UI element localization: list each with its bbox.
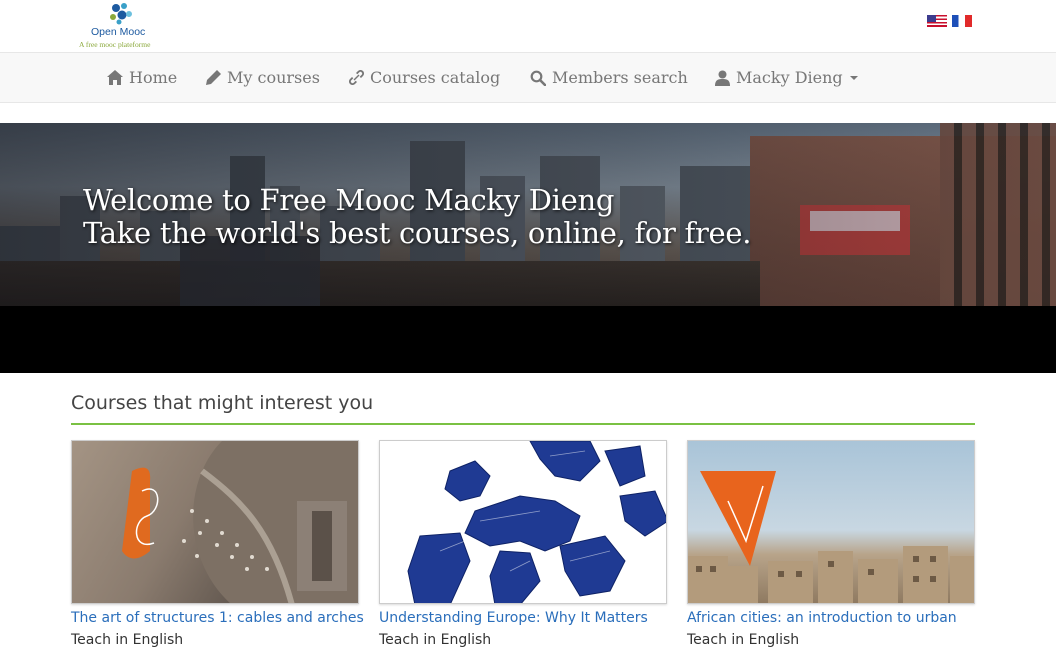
nav-my-courses-label: My courses xyxy=(227,68,320,87)
link-icon xyxy=(349,70,364,85)
structures-art xyxy=(122,441,358,603)
search-icon xyxy=(530,70,546,86)
flag-fr-icon[interactable] xyxy=(952,15,972,27)
course-title[interactable]: Understanding Europe: Why It Matters xyxy=(379,610,648,626)
hero-banner: Welcome to Free Mooc Macky Dieng Take th… xyxy=(0,123,1056,373)
top-bar: Open Mooc A free mooc plateforme xyxy=(0,0,1056,52)
course-language: Teach in English xyxy=(71,632,184,648)
nav-user-label: Macky Dieng xyxy=(736,68,843,87)
hero-heading: Welcome to Free Mooc Macky Dieng Take th… xyxy=(83,184,751,250)
course-card: The art of structures 1: cables and arch… xyxy=(71,440,364,648)
nav-members-search[interactable]: Members search xyxy=(530,53,688,102)
nav-my-courses[interactable]: My courses xyxy=(206,53,320,102)
home-icon xyxy=(107,70,123,85)
nav-courses-catalog-label: Courses catalog xyxy=(370,68,501,87)
site-logo[interactable]: Open Mooc A free mooc plateforme xyxy=(78,2,170,50)
course-title[interactable]: African cities: an introduction to urban xyxy=(687,610,957,626)
language-switcher xyxy=(927,15,972,27)
logo-tagline: A free mooc plateforme xyxy=(79,40,151,49)
course-card: African cities: an introduction to urban… xyxy=(687,440,975,648)
nav-home[interactable]: Home xyxy=(107,53,177,102)
course-card: Understanding Europe: Why It Matters Tea… xyxy=(379,440,667,648)
african-city-art xyxy=(688,471,974,603)
nav-home-label: Home xyxy=(129,68,178,87)
nav-members-search-label: Members search xyxy=(552,68,688,87)
nav-user-menu[interactable]: Macky Dieng xyxy=(715,53,858,102)
logo-molecule-icon xyxy=(110,3,132,25)
course-title[interactable]: The art of structures 1: cables and arch… xyxy=(71,610,364,626)
course-language: Teach in English xyxy=(379,632,492,648)
flag-us-icon[interactable] xyxy=(927,15,947,27)
europe-map-art xyxy=(407,441,666,603)
logo-name: Open Mooc xyxy=(91,26,146,38)
section-divider xyxy=(71,423,975,425)
main-navbar: Home My courses Courses catalog Members … xyxy=(0,52,1056,103)
user-icon xyxy=(715,70,730,86)
section-title: Courses that might interest you xyxy=(71,392,374,414)
hero-line-1: Welcome to Free Mooc Macky Dieng xyxy=(83,183,615,217)
course-language: Teach in English xyxy=(687,632,800,648)
chevron-down-icon xyxy=(849,75,858,80)
hero-line-2: Take the world's best courses, online, f… xyxy=(83,216,752,250)
nav-courses-catalog[interactable]: Courses catalog xyxy=(349,53,500,102)
pencil-icon xyxy=(206,70,221,85)
course-thumbnail-europe[interactable] xyxy=(379,440,667,604)
course-thumbnail-african-cities[interactable] xyxy=(687,440,975,604)
course-thumbnail-structures[interactable] xyxy=(71,440,359,604)
